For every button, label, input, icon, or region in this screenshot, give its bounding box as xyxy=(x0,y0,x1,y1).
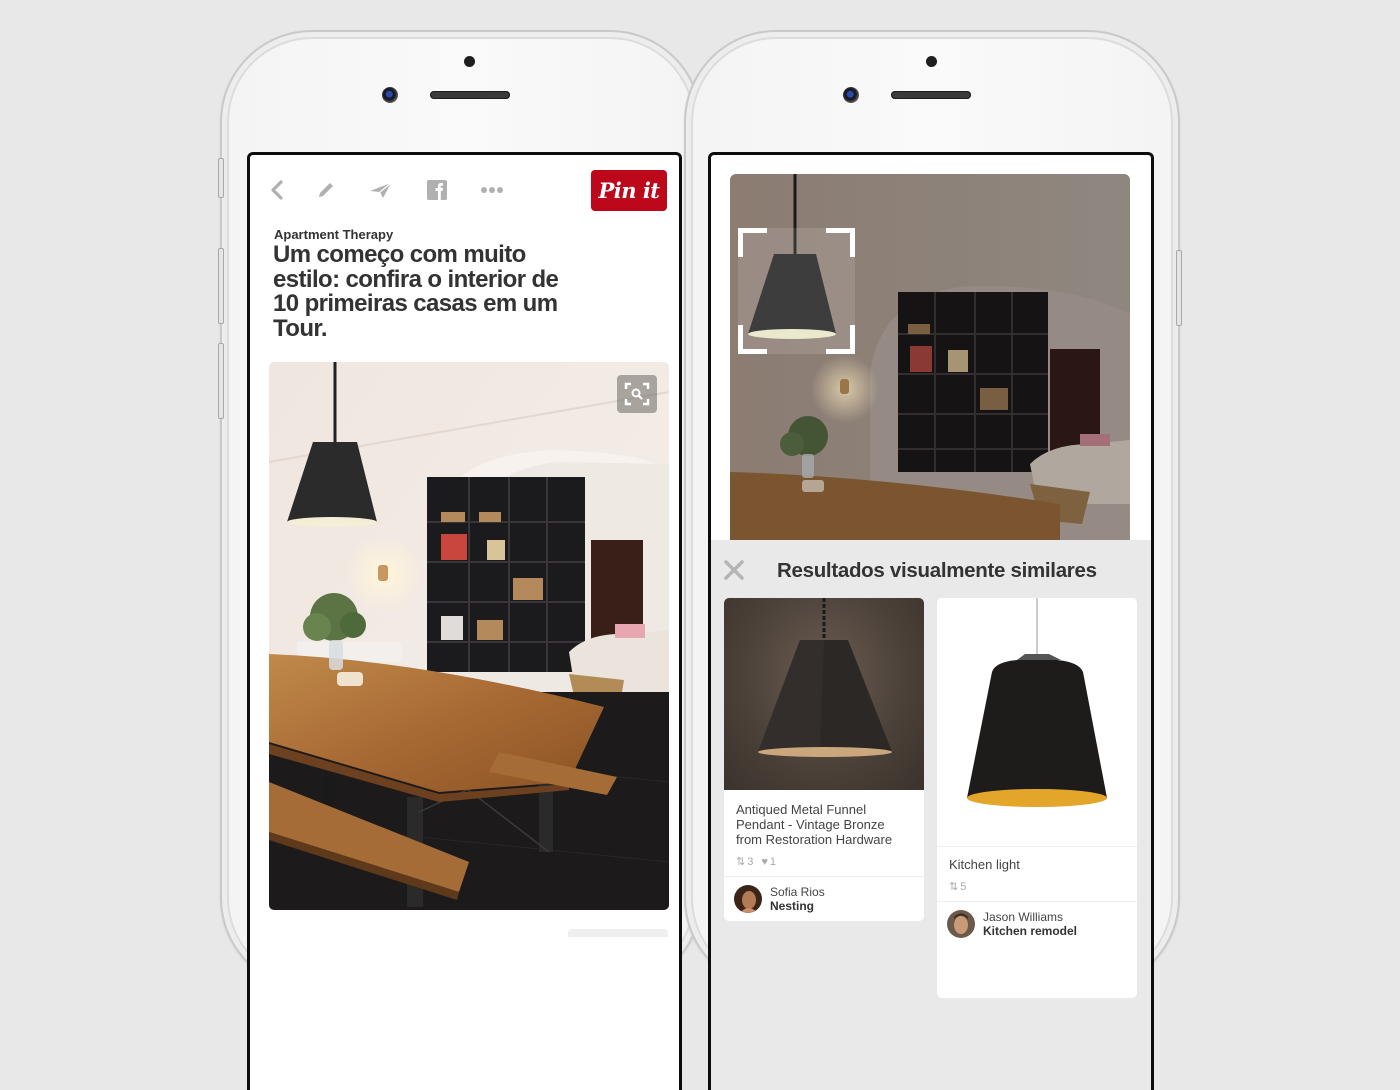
result-image[interactable] xyxy=(724,598,924,790)
screen: Resultados visualmente similares Antique… xyxy=(708,152,1154,1090)
board-name: Kitchen remodel xyxy=(983,924,1078,938)
power-button xyxy=(1176,250,1182,326)
result-card[interactable]: Kitchen light ⇅ 5 Jason Williams Kitchen … xyxy=(937,598,1137,998)
pinner-info[interactable]: Sofia Rios Nesting xyxy=(724,877,924,921)
crop-handle-bottom-right[interactable] xyxy=(826,325,855,354)
below-hero-control[interactable] xyxy=(568,929,668,937)
visual-search-icon xyxy=(624,382,650,406)
heart-icon: ♥ xyxy=(761,855,768,868)
close-button[interactable] xyxy=(723,559,745,581)
earpiece-speaker xyxy=(891,91,971,99)
funnel-pendant-image xyxy=(758,598,892,757)
more-icon[interactable] xyxy=(479,177,505,203)
crop-selector[interactable] xyxy=(738,228,855,354)
repin-count: 3 xyxy=(747,855,754,868)
pinner-name: Sofia Rios xyxy=(770,885,825,899)
pinner-info[interactable]: Jason Williams Kitchen remodel xyxy=(937,902,1137,946)
close-icon xyxy=(724,560,744,580)
volume-down-button xyxy=(218,343,224,419)
article-source[interactable]: Apartment Therapy xyxy=(274,227,393,242)
earpiece-speaker xyxy=(430,91,510,99)
repin-count: 5 xyxy=(960,880,967,893)
result-image[interactable] xyxy=(937,598,1137,846)
phone-left: Pin it Apartment Therapy Um começo com m… xyxy=(218,30,704,1090)
repin-icon: ⇅ xyxy=(736,856,746,868)
dining-room-photo xyxy=(269,362,669,910)
pin-it-button[interactable]: Pin it xyxy=(591,170,667,211)
volume-up-button xyxy=(218,248,224,324)
hero-image[interactable] xyxy=(269,362,669,910)
board-name: Nesting xyxy=(770,899,815,913)
repin-icon: ⇅ xyxy=(949,881,959,893)
edit-pencil-icon[interactable] xyxy=(313,177,339,203)
crop-handle-top-left[interactable] xyxy=(738,228,767,257)
mute-switch xyxy=(218,158,224,198)
proximity-sensor xyxy=(926,56,937,67)
avatar[interactable] xyxy=(947,910,975,938)
result-stats: ⇅ 3 ♥ 1 xyxy=(724,855,924,869)
crop-handle-bottom-left[interactable] xyxy=(738,325,767,354)
back-chevron-icon[interactable] xyxy=(264,177,290,203)
result-title[interactable]: Antiqued Metal Funnel Pendant - Vintage … xyxy=(724,802,924,847)
closeup-toolbar: Pin it xyxy=(250,155,679,225)
proximity-sensor xyxy=(464,56,475,67)
source-photo[interactable] xyxy=(730,174,1130,554)
result-title[interactable]: Kitchen light xyxy=(937,857,1137,872)
front-camera xyxy=(382,87,398,103)
result-stats: ⇅ 5 xyxy=(937,880,1137,894)
result-card[interactable]: Antiqued Metal Funnel Pendant - Vintage … xyxy=(724,598,924,921)
phone-right: Resultados visualmente similares Antique… xyxy=(684,30,1182,1090)
crop-handle-top-right[interactable] xyxy=(826,228,855,257)
facebook-icon[interactable] xyxy=(424,177,450,203)
article-title[interactable]: Um começo com muito estilo: confira o in… xyxy=(273,242,573,341)
results-title: Resultados visualmente similares xyxy=(777,559,1097,582)
pinner-name: Jason Williams xyxy=(983,910,1064,924)
visual-search-button[interactable] xyxy=(617,375,657,413)
send-icon[interactable] xyxy=(368,177,394,203)
front-camera xyxy=(843,87,859,103)
avatar[interactable] xyxy=(734,885,762,913)
screen: Pin it Apartment Therapy Um começo com m… xyxy=(247,152,682,1090)
black-pendant-image xyxy=(967,598,1107,807)
like-count: 1 xyxy=(769,855,776,868)
visual-results-panel: Resultados visualmente similares Antique… xyxy=(711,540,1151,1090)
